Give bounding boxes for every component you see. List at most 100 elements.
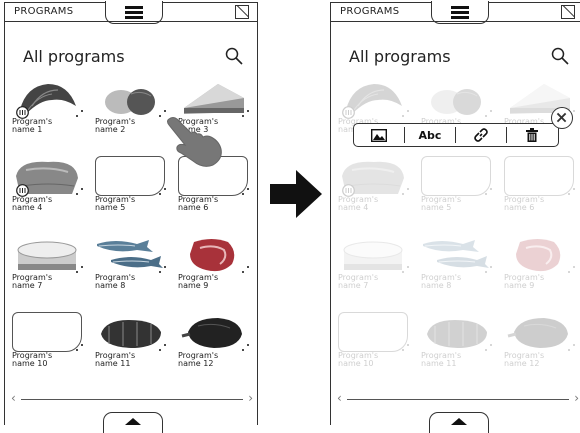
triangle-up-icon	[125, 418, 141, 425]
program-tile[interactable]: Program's name 6	[504, 156, 576, 212]
program-name: Program's name 6	[504, 195, 545, 212]
empty-program-image	[338, 312, 408, 352]
more-options-icon[interactable]	[159, 266, 167, 274]
program-tile[interactable]: Program's name 1	[12, 78, 84, 134]
program-name: Program's name 9	[178, 273, 219, 290]
more-options-icon[interactable]	[485, 188, 493, 196]
scrollbar[interactable]	[347, 399, 569, 400]
chevron-right-icon[interactable]: ›	[574, 391, 579, 405]
more-options-icon[interactable]	[485, 110, 493, 118]
program-name: Program's name 7	[338, 273, 379, 290]
search-icon[interactable]	[225, 47, 243, 65]
program-name: Program's name 9	[504, 273, 545, 290]
tap-hand-icon	[167, 117, 222, 167]
delete-button[interactable]	[507, 126, 557, 144]
program-name: Program's name 8	[421, 273, 462, 290]
more-options-icon[interactable]	[485, 266, 493, 274]
program-tile[interactable]: Program's name 2	[421, 78, 493, 134]
link-button[interactable]	[456, 126, 506, 144]
roast-meat-image	[427, 320, 487, 348]
scrollbar[interactable]	[21, 399, 243, 400]
more-options-icon[interactable]	[568, 188, 576, 196]
image-button[interactable]	[354, 126, 404, 144]
bottom-tab[interactable]	[103, 412, 163, 433]
program-name: Program's name 8	[95, 273, 136, 290]
more-options-icon[interactable]	[76, 266, 84, 274]
more-options-icon[interactable]	[402, 188, 410, 196]
more-options-icon[interactable]	[402, 110, 410, 118]
link-icon	[474, 128, 488, 142]
steak-image	[190, 239, 235, 272]
more-options-icon[interactable]	[76, 188, 84, 196]
close-icon[interactable]	[551, 107, 573, 129]
fish-image	[423, 240, 489, 268]
page-title: All programs	[349, 47, 451, 66]
program-tile[interactable]: Program's name 5	[421, 156, 493, 212]
more-options-icon[interactable]	[242, 344, 250, 352]
search-icon[interactable]	[551, 47, 569, 65]
program-tile[interactable]: Program's name 7	[338, 234, 410, 290]
program-name: Program's name 10	[12, 351, 53, 368]
roast-beef-image	[507, 318, 568, 348]
program-tile[interactable]: Program's name 11	[95, 312, 167, 368]
more-options-icon[interactable]	[76, 344, 84, 352]
more-options-icon[interactable]	[485, 344, 493, 352]
program-tile[interactable]: Program's name 5	[95, 156, 167, 212]
tablet-icon[interactable]	[561, 5, 575, 19]
triangle-up-icon	[451, 418, 467, 425]
bottom-tab[interactable]	[429, 412, 489, 433]
program-name: Program's name 10	[338, 351, 379, 368]
header-title: PROGRAMS	[340, 6, 400, 17]
program-tile[interactable]: Program's name 1	[338, 78, 410, 134]
program-tile[interactable]: Program's name 4	[12, 156, 84, 212]
more-options-icon[interactable]	[402, 344, 410, 352]
program-tile[interactable]: Program's name 8	[421, 234, 493, 290]
more-options-icon[interactable]	[159, 344, 167, 352]
program-tile[interactable]: Program's name 10	[338, 312, 410, 368]
chevron-right-icon[interactable]: ›	[248, 391, 253, 405]
more-options-icon[interactable]	[242, 266, 250, 274]
program-tile[interactable]: Program's name 10	[12, 312, 84, 368]
top-bar: PROGRAMS	[331, 1, 580, 24]
cake-slice-image	[184, 84, 244, 114]
more-options-icon[interactable]	[159, 188, 167, 196]
program-name: Program's name 4	[12, 195, 53, 212]
more-options-icon[interactable]	[242, 110, 250, 118]
chevron-left-icon[interactable]: ‹	[11, 391, 16, 405]
program-tile[interactable]: Program's name 8	[95, 234, 167, 290]
more-options-icon[interactable]	[568, 344, 576, 352]
more-options-icon[interactable]	[402, 266, 410, 274]
program-tile[interactable]: Program's name 2	[95, 78, 167, 134]
more-options-icon[interactable]	[568, 266, 576, 274]
top-bar: PROGRAMS	[5, 1, 257, 24]
program-name: Program's name 6	[178, 195, 219, 212]
more-options-icon[interactable]	[242, 188, 250, 196]
image-icon	[371, 128, 387, 142]
cheesecake-image	[343, 241, 403, 270]
text-button-label: Abc	[418, 128, 442, 142]
screen-before: PROGRAMS All programs Program's name 1 Pr…	[4, 1, 258, 433]
program-tile[interactable]: Program's name 7	[12, 234, 84, 290]
header-divider	[331, 21, 580, 22]
text-button[interactable]: Abc	[405, 126, 455, 144]
chevron-left-icon[interactable]: ‹	[337, 391, 342, 405]
program-name: Program's name 7	[12, 273, 53, 290]
program-tile[interactable]: Program's name 4	[338, 156, 410, 212]
empty-program-image	[95, 156, 165, 196]
more-options-icon[interactable]	[76, 110, 84, 118]
program-tile[interactable]: Program's name 12	[504, 312, 576, 368]
program-tile[interactable]: Program's name 3	[178, 78, 250, 134]
empty-program-image	[421, 156, 491, 196]
page-title: All programs	[23, 47, 125, 66]
bread-rolls-image	[105, 89, 155, 115]
cheesecake-image	[17, 241, 77, 270]
program-tile[interactable]: Program's name 9	[178, 234, 250, 290]
tablet-icon[interactable]	[235, 5, 249, 19]
program-name: Program's name 5	[95, 195, 136, 212]
program-tile[interactable]: Program's name 11	[421, 312, 493, 368]
edit-toolbar: Abc	[353, 123, 559, 147]
program-tile[interactable]: Program's name 9	[504, 234, 576, 290]
program-tile[interactable]: Program's name 12	[178, 312, 250, 368]
program-name: Program's name 11	[421, 351, 462, 368]
program-name: Program's name 2	[95, 117, 136, 134]
